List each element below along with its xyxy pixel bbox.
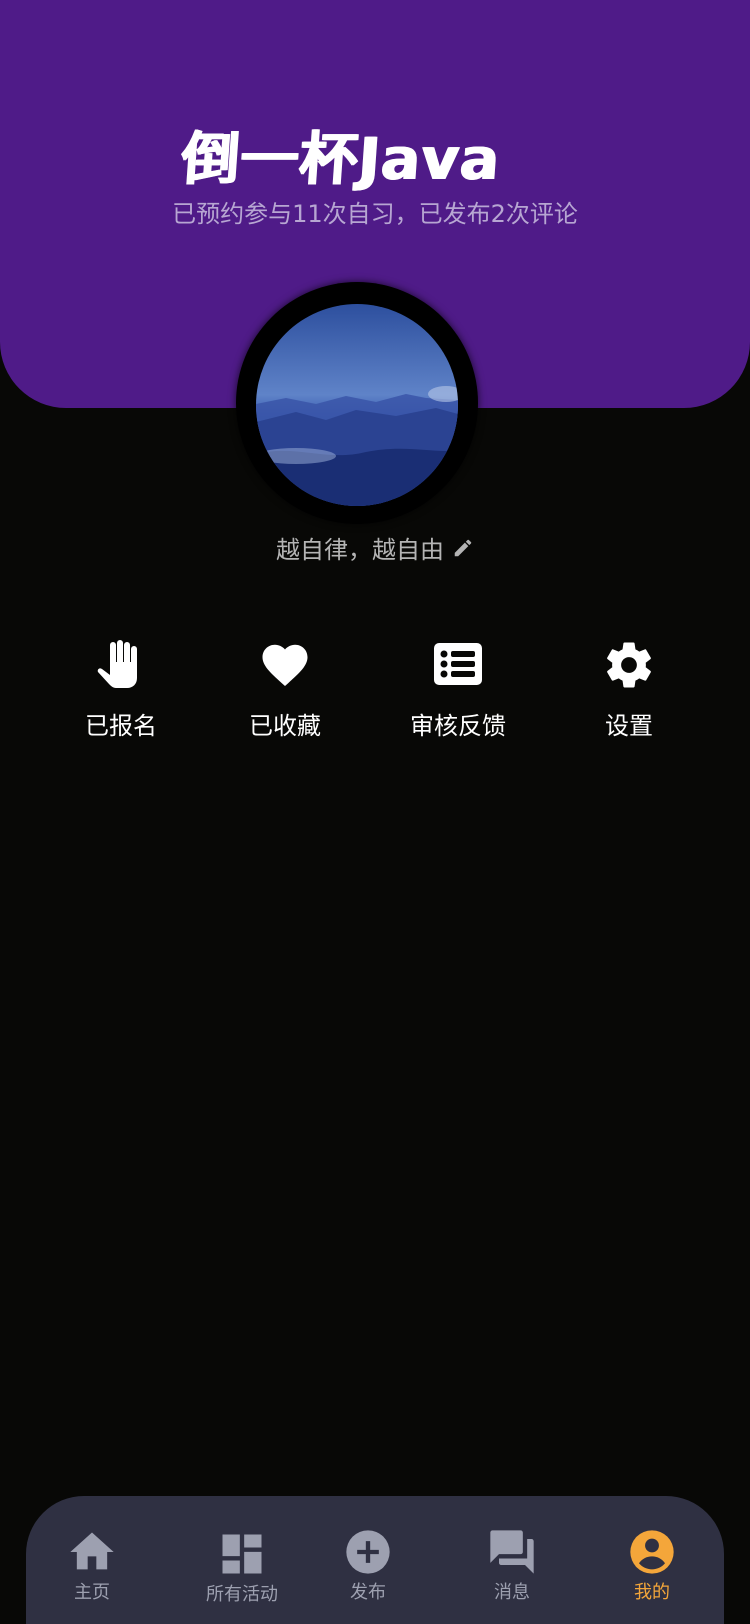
tab-label: 我的 <box>634 1582 670 1603</box>
action-favorites[interactable]: 已收藏 <box>200 638 370 741</box>
bottom-tab-bar: 主页 所有活动 发布 消息 我的 <box>26 1496 724 1624</box>
tab-all-activities[interactable]: 所有活动 <box>182 1528 302 1606</box>
action-label: 审核反馈 <box>410 712 506 740</box>
chat-icon <box>486 1526 538 1578</box>
action-settings[interactable]: 设置 <box>544 638 714 741</box>
quick-actions: 已报名 已收藏 审核反馈 设置 <box>0 638 750 748</box>
action-label: 设置 <box>605 712 653 740</box>
hand-icon <box>94 638 148 692</box>
tab-mine[interactable]: 我的 <box>592 1526 712 1604</box>
tab-publish[interactable]: 发布 <box>308 1526 428 1604</box>
action-label: 已收藏 <box>249 712 321 740</box>
profile-page: 倒一杯Java 已预约参与11次自习，已发布2次评论 越自律，越自由 已报名 已… <box>0 0 750 1624</box>
tab-label: 发布 <box>350 1582 386 1603</box>
username: 倒一杯Java <box>179 125 503 193</box>
heart-icon <box>258 638 312 692</box>
motto-row[interactable]: 越自律，越自由 <box>0 530 750 565</box>
activity-stats: 已预约参与11次自习，已发布2次评论 <box>172 200 578 228</box>
add-circle-icon <box>342 1526 394 1578</box>
tab-label: 消息 <box>494 1582 530 1603</box>
account-circle-icon <box>626 1526 678 1578</box>
action-registered[interactable]: 已报名 <box>36 638 206 741</box>
gear-icon <box>602 638 656 692</box>
tab-label: 主页 <box>74 1582 110 1603</box>
dashboard-icon <box>216 1528 268 1580</box>
motto-text: 越自律，越自由 <box>276 536 444 564</box>
tab-label: 所有活动 <box>206 1584 278 1605</box>
home-icon <box>66 1526 118 1578</box>
action-label: 已报名 <box>85 712 157 740</box>
pencil-icon[interactable] <box>452 537 474 559</box>
action-review-feedback[interactable]: 审核反馈 <box>373 638 543 741</box>
avatar[interactable] <box>256 304 458 506</box>
tab-home[interactable]: 主页 <box>32 1526 152 1604</box>
list-icon <box>431 638 485 692</box>
tab-messages[interactable]: 消息 <box>452 1526 572 1604</box>
avatar-frame <box>236 282 478 524</box>
